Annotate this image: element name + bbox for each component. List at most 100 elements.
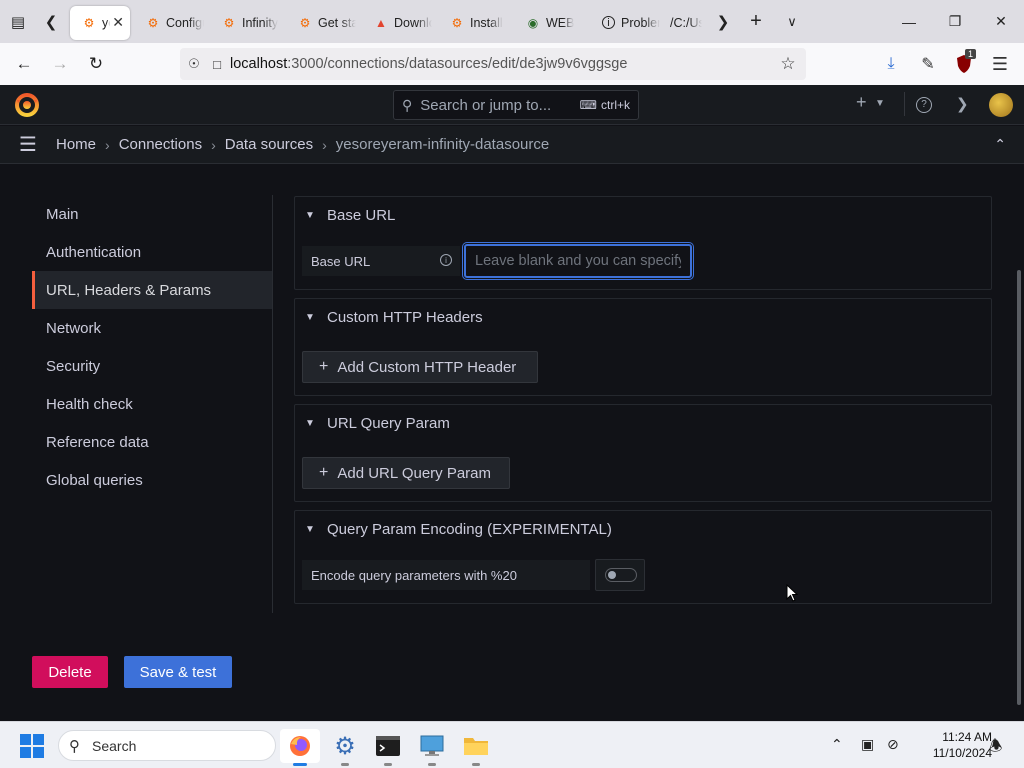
browser-tab[interactable]: i Problem [590,6,666,40]
display-icon[interactable]: ▣ [861,736,874,753]
address-bar[interactable]: ☉ □ localhost:3000/connections/datasourc… [180,48,806,80]
avatar[interactable] [989,93,1013,117]
close-window-icon[interactable]: ✕ [978,0,1024,43]
breadcrumb-connections[interactable]: Connections [119,136,202,153]
chevron-up-icon[interactable]: ⌃ [994,136,1006,153]
tab-label: Infinity [242,15,279,30]
sidebar-item-global-queries[interactable]: Global queries [32,461,272,499]
sidebar-item-health-check[interactable]: Health check [32,385,272,423]
tab-scroll-left-icon[interactable]: ❮ [36,0,66,43]
close-tab-icon[interactable]: ✕ [112,14,124,31]
encode-query-toggle[interactable] [595,559,645,591]
divider [272,195,273,613]
section-header[interactable]: ▼ Base URL [305,207,395,224]
field-label: Encode query parameters with %20 [302,560,590,590]
url-host: localhost [230,56,288,72]
active-indicator [293,763,307,766]
browser-tab-active[interactable]: ⚙ yesoreyeram ✕ [70,5,130,40]
info-icon[interactable]: i [440,254,452,266]
section-header[interactable]: ▼ Custom HTTP Headers [305,309,483,326]
scrollbar[interactable] [1017,270,1021,705]
bookmark-star-icon[interactable]: ☆ [774,54,802,74]
restore-icon[interactable]: ❐ [932,0,978,43]
notification-bell-icon[interactable]: 🕭 [989,736,1002,761]
reload-icon[interactable]: ↻ [78,43,114,85]
divider [904,92,905,116]
browser-tab[interactable]: ◉ WEB [514,6,590,40]
new-tab-icon[interactable]: + [738,0,774,43]
breadcrumb-home[interactable]: Home [56,136,96,153]
add-icon[interactable]: + [856,92,867,113]
field-label-text: Encode query parameters with %20 [311,567,517,583]
keyboard-icon: ⌨ [579,98,597,112]
sidebar-item-main[interactable]: Main [32,195,272,233]
search-placeholder: Search or jump to... [420,96,552,114]
browser-tab[interactable]: ⚙ Configure [134,6,210,40]
page-icon[interactable]: □ [208,57,226,72]
breadcrumb-current: yesoreyeram-infinity-datasource [335,136,550,153]
browser-tab[interactable]: /C:/Users [666,6,708,40]
search-input[interactable]: ⚲ Search or jump to... ⌨ ctrl+k [393,90,639,120]
tab-scroll-right-icon[interactable]: ❯ [708,0,738,43]
open-indicator [472,763,480,766]
sidebar-item-network[interactable]: Network [32,309,272,347]
add-url-query-param-button[interactable]: + Add URL Query Param [302,457,510,489]
browser-tab[interactable]: ⚙ Get started [286,6,362,40]
base-url-input[interactable] [464,244,692,278]
settings-taskbar-icon[interactable]: ⚙ [325,729,365,766]
sidebar-item-authentication[interactable]: Authentication [32,233,272,271]
chevron-down-icon[interactable]: ▼ [875,98,885,109]
field-label: Base URL i [302,246,460,276]
firefox-taskbar-icon[interactable] [280,729,320,766]
show-hidden-icons-chevron-icon[interactable]: ⌃ [831,736,843,753]
taskbar-search-box[interactable]: ⚲ Search [58,730,276,761]
sidebar-item-url-headers-params[interactable]: URL, Headers & Params [32,271,272,309]
forward-arrow-icon[interactable]: → [42,43,78,85]
menu-toggle-icon[interactable]: ☰ [0,132,56,157]
chevron-down-icon: ▼ [305,418,315,429]
browser-tab[interactable]: ⚙ Install [438,6,514,40]
search-icon: ⚲ [69,737,80,755]
grafana-logo-icon[interactable] [14,92,40,118]
browser-tab[interactable]: ⚙ Infinity [210,6,286,40]
url-text[interactable]: localhost:3000/connections/datasources/e… [230,56,627,72]
remote-desktop-taskbar-icon[interactable] [412,729,452,766]
grafana-icon: ⚙ [451,15,463,30]
extensions-icon[interactable]: ✎ [910,43,946,85]
minimize-icon[interactable]: — [886,0,932,43]
add-custom-http-header-button[interactable]: + Add Custom HTTP Header [302,351,538,383]
news-feed-icon[interactable]: ❯ [956,95,969,113]
menu-icon[interactable]: ☰ [982,43,1018,85]
shortcut-hint: ⌨ ctrl+k [580,98,630,112]
tab-label: yesoreyeram [102,15,110,30]
terminal-taskbar-icon[interactable] [368,729,408,766]
tab-list-icon[interactable]: ▤ [0,0,36,43]
save-and-test-button[interactable]: Save & test [124,656,232,688]
back-arrow-icon[interactable]: ← [6,43,42,85]
breadcrumb-data-sources[interactable]: Data sources [225,136,313,153]
file-explorer-taskbar-icon[interactable] [456,729,496,766]
downloads-icon[interactable]: ⤓ [873,43,909,85]
settings-sidebar: Main Authentication URL, Headers & Param… [32,195,272,499]
network-icon[interactable]: ⊘ [887,736,899,753]
taskbar-clock[interactable]: 11:24 AM 11/10/2024 [912,729,992,761]
tab-label: Get started [318,15,356,30]
help-icon[interactable]: ? [916,97,932,113]
section-header[interactable]: ▼ Query Param Encoding (EXPERIMENTAL) [305,521,612,538]
tab-label: Problem [621,15,660,30]
tab-label: /C:/Users [670,15,702,30]
url-path: :3000/connections/datasources/edit/de3jw… [287,56,628,72]
section-header[interactable]: ▼ URL Query Param [305,415,450,432]
ublock-icon[interactable]: 1 [946,43,982,85]
browser-tab[interactable]: ▲ Download [362,6,438,40]
windows-start-icon[interactable] [20,734,44,758]
chevron-down-icon: ▼ [305,524,315,535]
browser-tab-strip: ▤ ❮ ⚙ yesoreyeram ✕ ⚙ Configure ⚙ Infini… [0,0,1024,43]
flame-icon: ▲ [375,15,387,30]
sidebar-item-reference-data[interactable]: Reference data [32,423,272,461]
shield-icon[interactable]: ☉ [180,56,208,72]
sidebar-item-security[interactable]: Security [32,347,272,385]
section-title: Base URL [327,207,396,224]
delete-button[interactable]: Delete [32,656,108,688]
tab-menu-chevron-icon[interactable]: ∨ [774,0,810,43]
